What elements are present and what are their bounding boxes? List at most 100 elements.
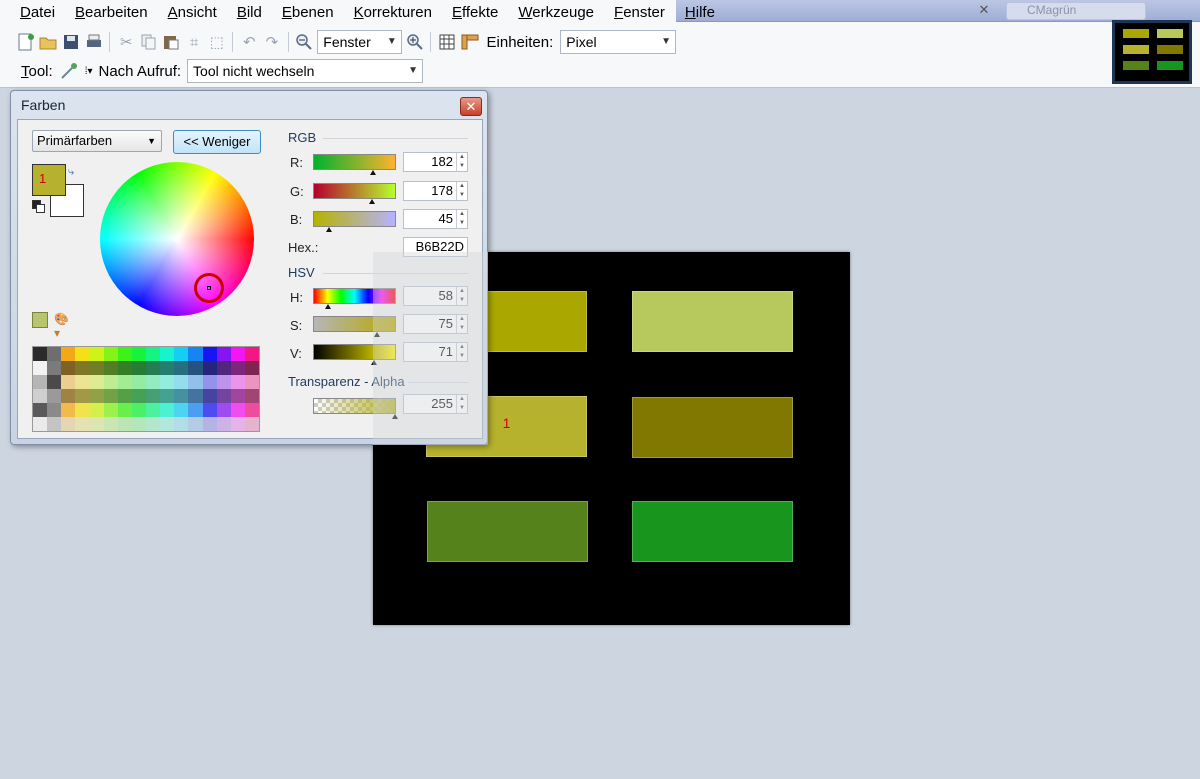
palette-swatch[interactable] [103, 361, 118, 375]
palette-swatch[interactable] [89, 347, 104, 361]
palette-swatch[interactable] [244, 347, 259, 361]
color-wheel[interactable] [100, 162, 254, 316]
palette-swatch[interactable] [230, 361, 245, 375]
palette-swatch[interactable] [202, 389, 217, 403]
cut-icon[interactable]: ✂ [116, 32, 136, 52]
close-icon[interactable]: ✕ [460, 97, 482, 116]
g-slider[interactable] [313, 183, 396, 204]
palette-swatch[interactable] [131, 361, 146, 375]
redo-icon[interactable]: ↷ [262, 32, 282, 52]
palette-swatch[interactable] [244, 361, 259, 375]
palette-swatch[interactable] [244, 389, 259, 403]
palette-swatch[interactable] [131, 347, 146, 361]
palette-swatch[interactable] [174, 361, 189, 375]
palette-swatch[interactable] [89, 403, 104, 417]
palette-swatch[interactable] [103, 417, 118, 431]
palette-swatch[interactable] [61, 403, 76, 417]
palette-swatch[interactable] [33, 389, 48, 403]
palette-swatch[interactable] [61, 361, 76, 375]
palette-menu-icon[interactable]: 🎨▾ [54, 312, 72, 340]
s-input[interactable]: 75 ▲ ▼ [403, 314, 468, 334]
palette-swatch[interactable] [61, 375, 76, 389]
color-wheel-selector[interactable] [194, 273, 224, 303]
palette-swatch[interactable] [174, 375, 189, 389]
print-icon[interactable] [84, 32, 104, 52]
palette-swatch[interactable] [89, 361, 104, 375]
palette-swatch[interactable] [89, 417, 104, 431]
s-slider[interactable] [313, 316, 396, 337]
menu-effekte[interactable]: Effekte [442, 0, 508, 26]
color-palette[interactable] [32, 346, 260, 432]
palette-swatch[interactable] [160, 389, 175, 403]
palette-swatch[interactable] [244, 417, 259, 431]
v-slider[interactable] [313, 344, 396, 365]
palette-swatch[interactable] [188, 389, 203, 403]
palette-swatch[interactable] [160, 375, 175, 389]
palette-swatch[interactable] [75, 375, 90, 389]
palette-swatch[interactable] [230, 403, 245, 417]
deselect-icon[interactable]: ⬚ [207, 32, 227, 52]
hex-input[interactable]: B6B22D [403, 237, 468, 257]
new-image-icon[interactable] [16, 32, 36, 52]
palette-swatch[interactable] [216, 375, 231, 389]
palette-swatch[interactable] [146, 417, 161, 431]
palette-swatch[interactable] [117, 361, 132, 375]
menu-datei[interactable]: Datei [10, 0, 65, 26]
g-input[interactable]: 178 ▲ ▼ [403, 181, 468, 201]
palette-swatch[interactable] [75, 403, 90, 417]
palette-swatch[interactable] [33, 403, 48, 417]
palette-swatch[interactable] [160, 403, 175, 417]
palette-swatch[interactable] [89, 375, 104, 389]
palette-swatch[interactable] [188, 361, 203, 375]
color-mode-select[interactable]: Primärfarben ▼ [32, 130, 162, 152]
palette-swatch[interactable] [33, 361, 48, 375]
b-slider[interactable] [313, 211, 396, 232]
canvas-rect[interactable] [427, 501, 588, 562]
palette-swatch[interactable] [202, 361, 217, 375]
palette-swatch[interactable] [75, 389, 90, 403]
palette-swatch[interactable] [146, 375, 161, 389]
palette-swatch[interactable] [33, 375, 48, 389]
palette-swatch[interactable] [146, 403, 161, 417]
palette-swatch[interactable] [216, 389, 231, 403]
palette-swatch[interactable] [216, 403, 231, 417]
paste-icon[interactable] [162, 32, 182, 52]
palette-swatch[interactable] [117, 417, 132, 431]
palette-swatch[interactable] [75, 347, 90, 361]
copy-icon[interactable] [139, 32, 159, 52]
palette-swatch[interactable] [47, 403, 62, 417]
menu-bearbeiten[interactable]: Bearbeiten [65, 0, 158, 26]
v-input[interactable]: 71 ▲ ▼ [403, 342, 468, 362]
palette-swatch[interactable] [230, 389, 245, 403]
r-input[interactable]: 182 ▲ ▼ [403, 152, 468, 172]
menu-werkzeuge[interactable]: Werkzeuge [508, 0, 604, 26]
palette-swatch[interactable] [146, 389, 161, 403]
h-slider[interactable] [313, 288, 396, 309]
palette-swatch[interactable] [188, 403, 203, 417]
palette-swatch[interactable] [188, 347, 203, 361]
reset-colors-icon[interactable] [32, 200, 46, 214]
alpha-slider[interactable] [313, 398, 398, 419]
palette-swatch[interactable] [131, 375, 146, 389]
primary-color-swatch[interactable]: 1 [32, 164, 66, 196]
r-slider[interactable] [313, 154, 396, 175]
add-to-palette-icon[interactable] [32, 312, 48, 328]
canvas-rect[interactable] [632, 501, 793, 562]
zoom-select[interactable]: Fenster ▼ [317, 30, 402, 54]
palette-swatch[interactable] [61, 389, 76, 403]
palette-swatch[interactable] [75, 361, 90, 375]
palette-swatch[interactable] [174, 389, 189, 403]
palette-swatch[interactable] [160, 361, 175, 375]
tool-dropdown-icon[interactable]: ⁞▾ [85, 66, 93, 77]
save-icon[interactable] [61, 32, 81, 52]
palette-swatch[interactable] [216, 347, 231, 361]
palette-swatch[interactable] [131, 403, 146, 417]
palette-swatch[interactable] [174, 403, 189, 417]
menu-korrekturen[interactable]: Korrekturen [344, 0, 442, 26]
palette-swatch[interactable] [75, 417, 90, 431]
h-input[interactable]: 58 ▲ ▼ [403, 286, 468, 306]
menu-hilfe[interactable]: Hilfe [675, 0, 725, 26]
palette-swatch[interactable] [33, 417, 48, 431]
palette-swatch[interactable] [188, 417, 203, 431]
ruler-icon[interactable] [460, 32, 480, 52]
